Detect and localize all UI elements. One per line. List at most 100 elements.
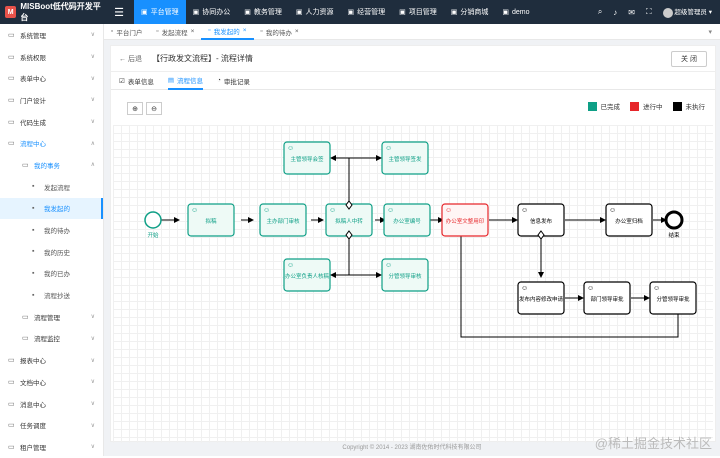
bell-icon[interactable]: ♪ — [613, 8, 617, 17]
flow-node-n1[interactable]: ☺拟稿 — [188, 204, 234, 236]
sidebar-item[interactable]: ▭任务调度∨ — [0, 414, 103, 436]
flow-node-n13[interactable]: ☺部门领导审批 — [584, 282, 630, 314]
page-tab[interactable]: ▫我的待办× — [254, 24, 306, 40]
flow-node-n9[interactable]: ☺办公室文整用印 — [442, 204, 488, 236]
sidebar-item[interactable]: ▪流程抄送 — [0, 284, 103, 306]
flow-node-n4[interactable]: ☺主管领导会签 — [284, 142, 330, 174]
status-legend: 已完成进行中未执行 — [588, 101, 706, 111]
sidebar-item[interactable]: ▪我发起的 — [0, 198, 103, 220]
close-button[interactable]: 关 闭 — [671, 51, 707, 67]
topnav-tab-icon: ▣ — [502, 8, 509, 16]
sidebar-item[interactable]: ▭流程监控∨ — [0, 328, 103, 350]
flow-node-label: 分管领导审核 — [388, 272, 422, 280]
chevron-icon: ∨ — [91, 53, 95, 60]
flow-node-n7[interactable]: ☺办公室负责人核稿 — [284, 259, 330, 291]
topnav-tab[interactable]: ▣demo — [495, 0, 536, 24]
form-icon: ☑ — [119, 77, 125, 85]
app-logo[interactable]: MMISBoot低代码开发平台 — [0, 0, 104, 24]
fullscreen-icon[interactable]: ⛶ — [646, 7, 652, 17]
sidebar-item-icon: ▭ — [8, 400, 16, 408]
sidebar-item[interactable]: ▪发起流程 — [0, 176, 103, 198]
detail-tab-label: 流程信息 — [177, 75, 203, 85]
flow-node-end[interactable]: 结束 — [666, 212, 682, 239]
page-tab[interactable]: ▫我发起的× — [201, 24, 253, 40]
topnav-tab[interactable]: ▣项目管理 — [392, 0, 444, 24]
sidebar-item-label: 流程抄送 — [44, 290, 70, 300]
sidebar-item[interactable]: ▭表单中心∨ — [0, 67, 103, 89]
sidebar-item[interactable]: ▪我的历史 — [0, 241, 103, 263]
flow-node-label: 拟稿 — [205, 217, 217, 225]
search-icon[interactable]: ⌕ — [598, 7, 602, 17]
sidebar-item-icon: ▭ — [8, 139, 16, 147]
zoom-in-icon[interactable]: ⊕ — [127, 102, 143, 115]
message-icon[interactable]: ✉ — [628, 8, 635, 17]
topnav-tab-icon: ▣ — [399, 8, 406, 16]
sidebar-item[interactable]: ▭流程中心∧ — [0, 132, 103, 154]
flow-node-n12[interactable]: ☺发布内容修改申请 — [518, 282, 564, 314]
page-tab-icon: ▫ — [111, 28, 113, 35]
sidebar-item-label: 系统管理 — [20, 30, 46, 40]
tabs-menu-icon[interactable]: ▾ — [708, 28, 720, 36]
detail-tab[interactable]: ☑表单信息 — [119, 72, 154, 90]
sidebar-item[interactable]: ▭系统管理∨ — [0, 24, 103, 46]
flow-node-n14[interactable]: ☺分管领导审批 — [650, 282, 696, 314]
topnav-tab-label: demo — [512, 9, 530, 16]
user-menu[interactable]: 超级管理员 ▾ — [663, 6, 712, 17]
flow-node-n11[interactable]: ☺办公室归档 — [606, 204, 652, 236]
sidebar-item-icon: ▪ — [32, 270, 40, 277]
sidebar-item[interactable]: ▪我的待办 — [0, 219, 103, 241]
topnav-tab[interactable]: ▣协同办公 — [186, 0, 238, 24]
sidebar-item[interactable]: ▭我的事务∧ — [0, 154, 103, 176]
sidebar-item[interactable]: ▭代码生成∨ — [0, 111, 103, 133]
sidebar-item[interactable]: ▭门户设计∨ — [0, 89, 103, 111]
topnav-tab-icon: ▣ — [451, 8, 458, 16]
watermark: @稀土掘金技术社区 — [595, 433, 712, 452]
sidebar-item[interactable]: ▭文档中心∨ — [0, 371, 103, 393]
page-tab-label: 发起流程 — [162, 27, 188, 37]
user-task-icon: ☺ — [387, 207, 394, 214]
chevron-icon: ∨ — [91, 357, 95, 364]
sidebar-item-icon: ▭ — [22, 161, 30, 169]
topnav-tab-label: 平台管理 — [151, 7, 179, 17]
topnav-tab-label: 分销商城 — [460, 7, 488, 17]
flow-node-n5[interactable]: ☺ 主管领导签发 — [382, 142, 428, 174]
user-task-icon: ☺ — [385, 145, 392, 152]
zoom-out-icon[interactable]: ⊖ — [146, 102, 162, 115]
chevron-icon: ∧ — [91, 161, 95, 168]
flow-node-n6[interactable]: ☺办公室编号 — [384, 204, 430, 236]
page-tab[interactable]: ▫发起流程× — [149, 24, 201, 40]
sidebar-item-label: 我的已办 — [44, 268, 70, 278]
topnav-tab-icon: ▣ — [348, 8, 355, 16]
top-navbar: MMISBoot低代码开发平台 ☰ ▣平台管理▣协同办公▣教务管理▣人力资源▣经… — [0, 0, 720, 24]
flow-node-n8[interactable]: ☺分管领导审核 — [382, 259, 428, 291]
topnav-tab[interactable]: ▣分销商城 — [444, 0, 496, 24]
chevron-icon: ∨ — [91, 313, 95, 320]
tab-close-icon[interactable]: × — [295, 28, 299, 35]
sidebar-item[interactable]: ▭消息中心∨ — [0, 393, 103, 415]
sidebar-item[interactable]: ▪ 我的已办 — [0, 263, 103, 285]
flow-node-n2[interactable]: ☺主办部门审核 — [260, 204, 306, 236]
sidebar-item[interactable]: ▭报表中心∨ — [0, 349, 103, 371]
detail-tab[interactable]: ◔审批记录 — [217, 72, 250, 90]
sidebar-item[interactable]: ▭系统权限∨ — [0, 46, 103, 68]
detail-tab[interactable]: ▤流程信息 — [168, 72, 203, 90]
flow-node-label: 部门领导审批 — [590, 295, 624, 303]
topnav-tab[interactable]: ▣教务管理 — [237, 0, 289, 24]
flow-node-label: 发布内容修改申请 — [519, 295, 564, 303]
page-tab[interactable]: ▫平台门户 — [104, 24, 149, 40]
page-title: 【行政发文流程】- 流程详情 — [152, 53, 253, 64]
tab-close-icon[interactable]: × — [243, 27, 247, 34]
sidebar-item[interactable]: ▭流程管理∨ — [0, 306, 103, 328]
flow-node-start[interactable]: 开始 — [145, 212, 161, 239]
page-tab-label: 我的待办 — [266, 27, 292, 37]
chevron-icon: ∨ — [91, 31, 95, 38]
flow-node-label: 主管领导签发 — [388, 155, 422, 163]
topnav-tab[interactable]: ▣人力资源 — [289, 0, 341, 24]
legend-swatch — [630, 102, 639, 111]
tab-close-icon[interactable]: × — [191, 28, 195, 35]
topnav-tab[interactable]: ▣经营管理 — [341, 0, 393, 24]
back-button[interactable]: ← 后退 — [119, 54, 142, 64]
topnav-tab[interactable]: ▣平台管理 — [134, 0, 186, 24]
menu-toggle-icon[interactable]: ☰ — [104, 6, 134, 19]
sidebar-item[interactable]: ▭租户管理∨ — [0, 436, 103, 458]
